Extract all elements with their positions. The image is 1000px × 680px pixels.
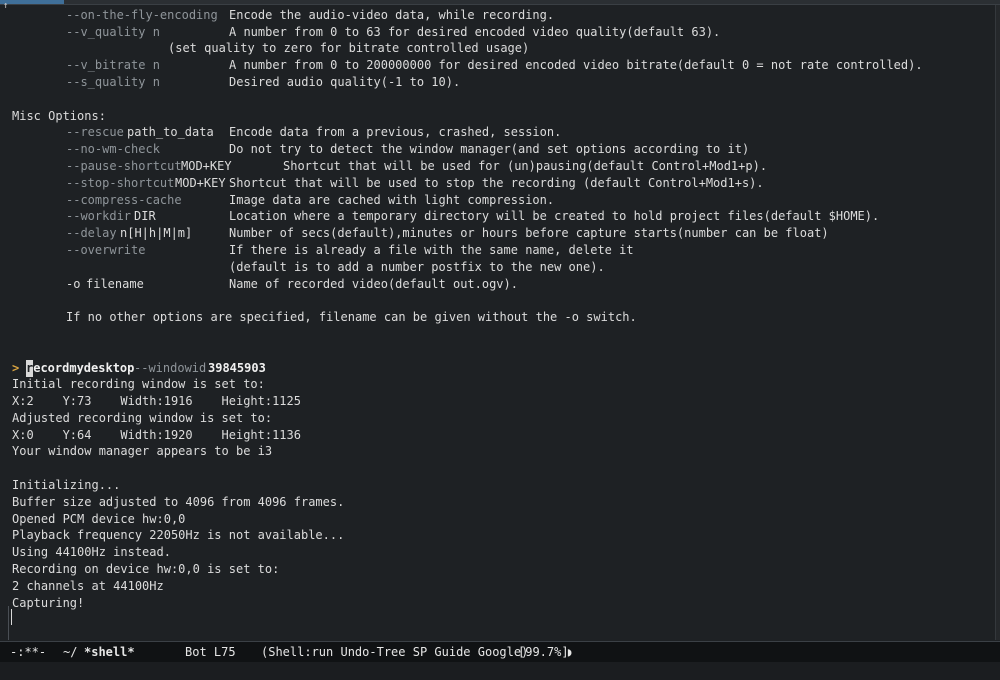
- option-flag: --compress-cache: [66, 193, 182, 207]
- buffer-position: Bot L75: [185, 645, 236, 659]
- buffer-name[interactable]: *shell*: [84, 642, 135, 662]
- option-flag: --on-the-fly-encoding: [66, 8, 218, 22]
- option-flag: --workdir: [66, 209, 132, 223]
- option-desc: A number from 0 to 200000000 for desired…: [229, 58, 923, 72]
- option-flag: --delay: [66, 226, 117, 240]
- option-arg: MOD+KEY: [175, 176, 226, 190]
- output-text: Capturing!: [12, 596, 85, 610]
- option-arg: DIR: [134, 209, 156, 223]
- output-text: X:0 Y:64 Width:1920 Height:1136: [12, 428, 301, 442]
- option-desc: Do not try to detect the window manager(…: [229, 142, 750, 156]
- shell-prompt: >: [12, 361, 20, 375]
- buffer-state: -:**-: [10, 645, 47, 659]
- option-desc: Encode the audio-video data, while recor…: [229, 8, 555, 22]
- major-minor-modes[interactable]: (Shell:run Undo-Tree SP Guide Google): [261, 642, 528, 662]
- output-text: Recording on device hw:0,0 is set to:: [12, 562, 280, 576]
- command-flag: --windowid: [134, 361, 207, 375]
- usage-footnote: If no other options are specified, filen…: [0, 309, 637, 326]
- misc-option-line: --compress-cache Image data are cached w…: [0, 192, 554, 209]
- output-text: Your window manager appears to be i3: [12, 444, 273, 458]
- misc-option-line: --delay n[H|h|M|m] Number of secs(defaul…: [0, 225, 829, 242]
- output-text: Initializing...: [12, 478, 121, 492]
- emacs-window: ↑ --on-the-fly-encoding Encode the audio…: [0, 0, 1000, 680]
- option-line: --s_quality n Desired audio quality(-1 t…: [0, 74, 460, 91]
- command-value: 39845903: [208, 361, 266, 375]
- option-flag: --no-wm-check: [66, 142, 160, 156]
- option-arg: filename: [86, 277, 144, 291]
- option-arg: MOD+KEY: [181, 159, 232, 173]
- misc-option-line: (default is to add a number postfix to t…: [0, 259, 605, 276]
- option-desc: Encode data from a previous, crashed, se…: [229, 125, 562, 139]
- output-text: Initial recording window is set to:: [12, 377, 265, 391]
- option-desc: Number of secs(default),minutes or hours…: [229, 226, 829, 240]
- option-desc: Name of recorded video(default out.ogv).: [229, 277, 518, 291]
- option-flag: --v_quality n: [66, 25, 160, 39]
- option-flag: --rescue: [66, 125, 124, 139]
- option-desc: If there is already a file with the same…: [229, 243, 634, 257]
- minibuffer[interactable]: [0, 662, 1000, 680]
- option-desc: Image data are cached with light compres…: [229, 193, 555, 207]
- program-name-rest: ecordmydesktop: [33, 361, 135, 375]
- output-text: 2 channels at 44100Hz: [12, 579, 164, 593]
- option-flag: -o: [66, 277, 81, 291]
- output-text: Using 44100Hz instead.: [12, 545, 171, 559]
- output-text: Buffer size adjusted to 4096 from 4096 f…: [12, 495, 345, 509]
- misc-option-line: --overwrite If there is already a file w…: [0, 242, 634, 259]
- shell-buffer[interactable]: --on-the-fly-encoding Encode the audio-v…: [0, 5, 995, 640]
- option-line: --on-the-fly-encoding Encode the audio-v…: [0, 7, 554, 24]
- active-tab-indicator[interactable]: [0, 0, 64, 4]
- option-flag: --v_bitrate n: [66, 58, 160, 72]
- scrollbar[interactable]: [995, 5, 1000, 640]
- option-desc: A number from 0 to 63 for desired encode…: [229, 25, 721, 39]
- misc-heading: Misc Options:: [0, 108, 106, 125]
- option-desc: (default is to add a number postfix to t…: [229, 260, 605, 274]
- option-desc: Shortcut that will be used to stop the r…: [229, 176, 764, 190]
- output-text: Playback frequency 22050Hz is not availa…: [12, 528, 345, 542]
- mode-line: -:**- ~/ *shell* Bot L75 (Shell:run Undo…: [0, 641, 1000, 662]
- misc-option-line: --stop-shortcut MOD+KEY Shortcut that wi…: [0, 175, 764, 192]
- option-arg: n[H|h|M|m]: [120, 226, 193, 240]
- misc-option-line: --rescue path_to_data Encode data from a…: [0, 124, 561, 141]
- option-line: --v_quality n A number from 0 to 63 for …: [0, 24, 720, 41]
- option-flag: --pause-shortcut: [66, 159, 182, 173]
- footnote-text: If no other options are specified, filen…: [66, 310, 637, 324]
- output-text: X:2 Y:73 Width:1916 Height:1125: [12, 394, 301, 408]
- option-desc: Desired audio quality(-1 to 10).: [229, 75, 461, 89]
- option-desc: Location where a temporary directory wil…: [229, 209, 880, 223]
- output-text: Adjusted recording window is set to:: [12, 411, 273, 425]
- output-text: Opened PCM device hw:0,0: [12, 512, 186, 526]
- section-heading: Misc Options:: [12, 109, 106, 123]
- fringe-line: [8, 606, 9, 640]
- misc-option-line: --no-wm-check Do not try to detect the w…: [0, 141, 749, 158]
- option-flag: --stop-shortcut: [66, 176, 175, 190]
- program-name: recordmydesktop: [26, 360, 134, 377]
- option-arg: path_to_data: [127, 125, 214, 139]
- option-flag: --s_quality n: [66, 75, 160, 89]
- current-directory: ~/: [63, 645, 78, 659]
- option-desc: (set quality to zero for bitrate control…: [168, 41, 530, 55]
- buffer-percent: [99.7%]: [518, 645, 569, 659]
- misc-option-line: --workdir DIR Location where a temporary…: [0, 208, 879, 225]
- option-line: (set quality to zero for bitrate control…: [0, 40, 529, 57]
- option-flag: --overwrite: [66, 243, 146, 257]
- misc-option-line: -o filename Name of recorded video(defau…: [0, 276, 518, 293]
- command-line[interactable]: > recordmydesktop --windowid 39845903: [0, 360, 266, 377]
- input-cursor[interactable]: [11, 609, 12, 625]
- misc-option-line: --pause-shortcut MOD+KEY Shortcut that w…: [0, 158, 767, 175]
- option-desc: Shortcut that will be used for (un)pausi…: [283, 159, 768, 173]
- option-line: --v_bitrate n A number from 0 to 2000000…: [0, 57, 923, 74]
- half-circle-icon: ◗: [566, 645, 574, 659]
